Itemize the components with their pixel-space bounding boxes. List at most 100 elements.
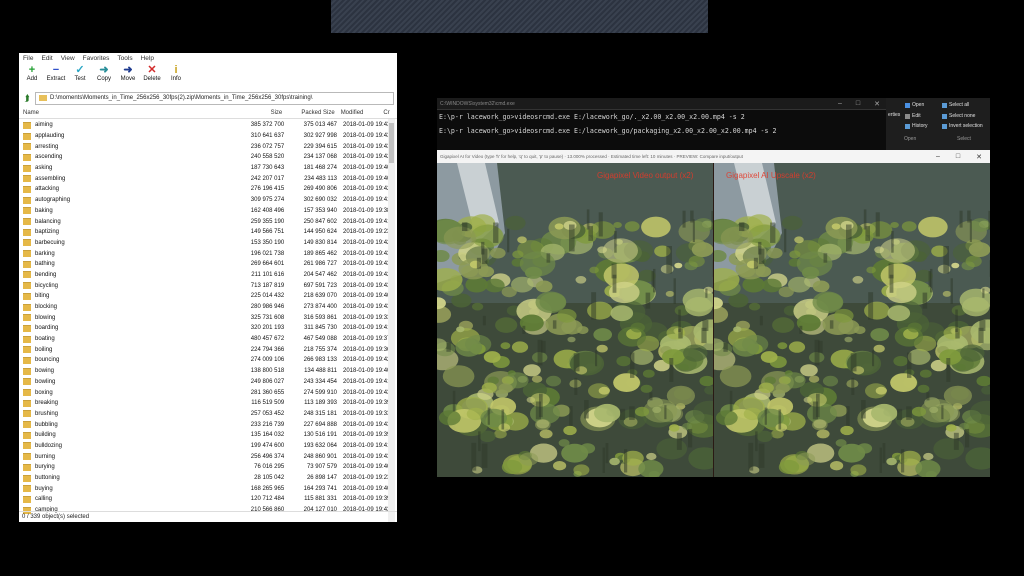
add-button[interactable]: + Add — [23, 64, 41, 82]
table-row[interactable]: aiming 385 372 700 375 013 467 2018-01-09 1… — [19, 120, 390, 131]
minimize-icon[interactable]: – — [936, 153, 940, 161]
table-row[interactable]: attacking 276 196 415 269 490 806 2018-01-0… — [19, 184, 390, 195]
table-row[interactable]: bending 211 101 616 204 547 462 2018-01-09 … — [19, 270, 390, 281]
table-row[interactable]: boxing 281 360 655 274 599 910 2018-01-09 1… — [19, 387, 391, 398]
menu-favorites[interactable]: Favorites — [83, 55, 110, 62]
table-row[interactable]: ascending 240 558 520 234 137 068 2018-01-0… — [19, 152, 391, 163]
table-row[interactable]: boiling 224 794 366 218 755 374 2018-01-09 … — [19, 344, 390, 355]
column-packed-size[interactable]: Packed Size — [282, 110, 334, 116]
table-row[interactable]: boarding 320 201 193 311 845 730 2018-01-09… — [19, 323, 390, 334]
modified-cell: 2018-01-09 19:33 — [343, 410, 391, 417]
folder-icon — [23, 410, 31, 418]
size-cell: 135 164 032 — [250, 432, 285, 439]
properties-label: erties — [888, 112, 901, 118]
folder-icon — [23, 378, 31, 386]
table-row[interactable]: breaking 116 519 509 113 189 393 2018-01-09… — [19, 398, 390, 409]
table-row[interactable]: building 135 164 032 130 516 191 2018-01-09… — [19, 430, 390, 441]
table-row[interactable]: burning 256 496 374 248 860 901 2018-01-09 … — [19, 451, 390, 462]
table-row[interactable]: arresting 236 072 757 229 394 615 2018-01-0… — [19, 141, 390, 152]
table-row[interactable]: buttoning 28 105 042 26 898 147 2018-01-09 … — [19, 473, 390, 484]
table-row[interactable]: bulldozing 199 474 600 193 632 064 2018-01-… — [19, 441, 390, 452]
table-row[interactable]: blowing 325 731 608 316 593 861 2018-01-09 … — [19, 312, 390, 323]
file-name: barking — [35, 250, 55, 257]
table-row[interactable]: asking 187 730 643 181 468 274 2018-01-09 1… — [19, 163, 390, 174]
column-modified[interactable]: Modified — [335, 110, 384, 116]
delete-button[interactable]: ✕ Delete — [143, 64, 161, 82]
menu-file[interactable]: File — [23, 55, 33, 62]
path-field[interactable]: D:\moments\Moments_in_Time_256x256_30fps… — [35, 91, 394, 105]
table-row[interactable]: autographing 309 975 274 302 690 032 2018-0… — [19, 195, 391, 206]
table-row[interactable]: bowling 249 806 027 243 334 454 2018-01-09 … — [19, 377, 390, 388]
preview-pane-upscale: Gigapixel AI Upscale (x2) — [714, 163, 990, 477]
file-name: bubbling — [35, 421, 58, 428]
modified-cell: 2018-01-09 19:41 — [343, 197, 391, 204]
table-row[interactable]: bowing 138 800 518 134 488 811 2018-01-09 1… — [19, 366, 390, 377]
path-bar: ⮭ D:\moments\Moments_in_Time_256x256_30f… — [22, 91, 394, 105]
column-created[interactable]: Cr — [383, 110, 397, 116]
table-row[interactable]: boating 480 457 672 467 549 088 2018-01-09 … — [19, 334, 390, 345]
size-cell: 385 372 700 — [250, 122, 285, 129]
open-button[interactable]: Open — [905, 102, 924, 108]
table-row[interactable]: buying 168 265 965 164 293 741 2018-01-09 1… — [19, 483, 391, 494]
table-row[interactable]: bubbling 233 216 739 227 694 888 2018-01-09… — [19, 419, 390, 430]
up-folder-icon[interactable]: ⮭ — [22, 93, 32, 104]
info-button[interactable]: i Info — [167, 64, 185, 82]
table-row[interactable]: barking 196 021 738 189 865 462 2018-01-09 … — [19, 248, 391, 259]
modified-cell: 2018-01-09 19:43 — [343, 133, 391, 140]
select-none-button[interactable]: Select none — [942, 113, 975, 119]
select-all-button[interactable]: Select all — [942, 102, 969, 108]
packed-size-cell: 316 593 861 — [303, 314, 337, 321]
size-cell: 713 187 819 — [250, 282, 285, 289]
copy-button[interactable]: ➜ Copy — [95, 64, 113, 82]
menu-help[interactable]: Help — [141, 55, 154, 62]
table-row[interactable]: calling 120 712 484 115 881 331 2018-01-09 … — [19, 494, 390, 505]
move-arrow-icon: ➜ — [123, 64, 133, 76]
table-row[interactable]: blocking 280 986 946 273 874 400 2018-01-09… — [19, 302, 390, 313]
preview-window: Gigapixel AI for Video (type 'h' for hel… — [437, 150, 990, 477]
modified-cell: 2018-01-09 19:43 — [343, 250, 391, 257]
properties-button[interactable]: erties — [888, 112, 900, 118]
menu-view[interactable]: View — [61, 55, 75, 62]
table-row[interactable]: barbecuing 153 350 190 149 830 814 2018-01-… — [19, 238, 390, 249]
modified-cell: 2018-01-09 19:43 — [343, 261, 391, 268]
close-icon[interactable]: ✕ — [976, 153, 982, 161]
maximize-icon[interactable]: □ — [856, 100, 860, 108]
invert-selection-button[interactable]: Invert selection — [942, 123, 983, 129]
file-name-cell: barbecuing — [19, 239, 238, 247]
table-row[interactable]: bouncing 274 009 106 266 983 133 2018-01-09… — [19, 355, 390, 366]
modified-cell: 2018-01-09 19:40 — [343, 485, 391, 492]
vertical-scrollbar[interactable] — [388, 119, 395, 522]
history-button[interactable]: History — [905, 123, 928, 129]
file-name: bending — [35, 271, 57, 278]
table-row[interactable]: balancing 259 355 190 250 847 602 2018-01-0… — [19, 216, 390, 227]
edit-icon — [905, 113, 910, 119]
column-size[interactable]: Size — [237, 110, 283, 116]
menu-tools[interactable]: Tools — [117, 55, 132, 62]
table-row[interactable]: applauding 310 641 637 302 927 998 2018-01-… — [19, 131, 391, 142]
maximize-icon[interactable]: □ — [956, 153, 960, 161]
table-row[interactable]: burying 76 016 295 73 907 579 2018-01-09 19… — [19, 462, 390, 473]
minimize-icon[interactable]: – — [838, 100, 842, 108]
table-row[interactable]: biting 225 014 432 218 639 070 2018-01-09 1… — [19, 291, 390, 302]
table-row[interactable]: bicycling 713 187 819 697 591 723 2018-01-0… — [19, 280, 390, 291]
modified-cell: 2018-01-09 19:42 — [343, 154, 391, 161]
table-row[interactable]: assembling 242 207 017 234 483 113 2018-01-… — [19, 173, 390, 184]
table-row[interactable]: bathing 269 664 601 261 986 727 2018-01-09 … — [19, 259, 391, 270]
open-icon — [905, 102, 910, 108]
close-icon[interactable]: ✕ — [874, 100, 880, 108]
scroll-thumb[interactable] — [389, 123, 394, 163]
packed-size-cell: 218 639 070 — [303, 293, 337, 300]
edit-button[interactable]: Edit — [905, 113, 921, 119]
menu-edit[interactable]: Edit — [41, 55, 52, 62]
extract-button[interactable]: − Extract — [47, 64, 66, 82]
table-row[interactable]: baptizing 149 566 751 144 950 624 2018-01-0… — [19, 227, 390, 238]
table-row[interactable]: baking 162 408 496 157 353 940 2018-01-09 1… — [19, 206, 390, 217]
select-none-icon — [942, 113, 947, 119]
toolbar-label: Move — [120, 76, 136, 82]
modified-cell: 2018-01-09 19:43 — [343, 389, 391, 396]
column-name[interactable]: Name — [19, 110, 237, 116]
move-button[interactable]: ➜ Move — [119, 64, 137, 82]
table-row[interactable]: brushing 257 053 452 248 315 181 2018-01-09… — [19, 409, 391, 420]
file-name-cell: boarding — [19, 324, 238, 332]
test-button[interactable]: ✓ Test — [71, 64, 89, 82]
